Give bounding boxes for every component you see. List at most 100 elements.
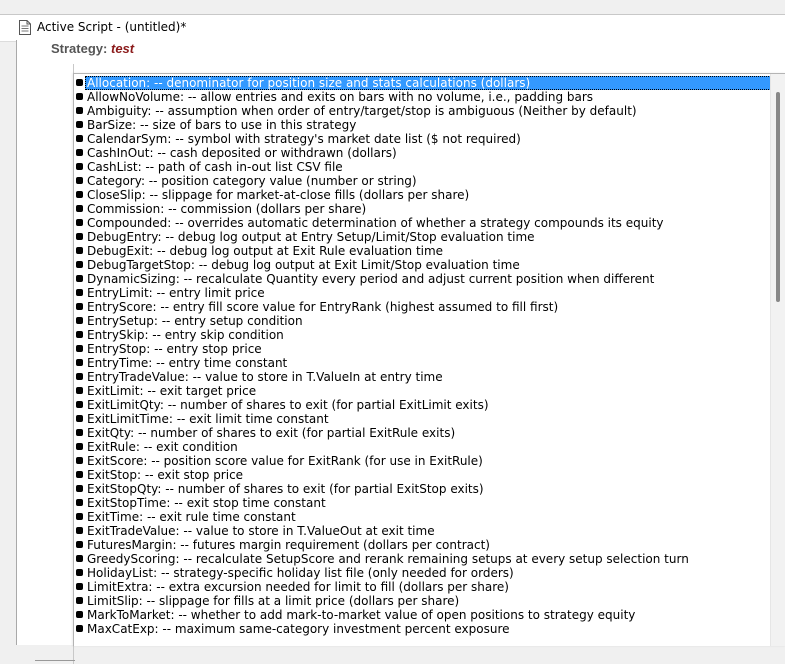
keyword-bullet-icon	[76, 177, 83, 184]
keyword-bullet-icon	[76, 429, 83, 436]
autocomplete-item[interactable]: ExitStop: -- exit stop price	[74, 468, 771, 482]
autocomplete-item-label: CashList: -- path of cash in-out list CS…	[87, 160, 343, 174]
autocomplete-item[interactable]: ExitLimit: -- exit target price	[74, 384, 771, 398]
keyword-bullet-icon	[76, 499, 83, 506]
autocomplete-item[interactable]: ExitStopTime: -- exit stop time constant	[74, 496, 771, 510]
autocomplete-item-label: Allocation: -- denominator for position …	[85, 76, 771, 90]
autocomplete-item[interactable]: CalendarSym: -- symbol with strategy's m…	[74, 132, 771, 146]
autocomplete-popup[interactable]: Allocation: -- denominator for position …	[73, 73, 785, 646]
autocomplete-item[interactable]: EntryScore: -- entry fill score value fo…	[74, 300, 771, 314]
autocomplete-item[interactable]: MaxCatExp: -- maximum same-category inve…	[74, 622, 771, 636]
autocomplete-item-label: ExitTradeValue: -- value to store in T.V…	[87, 524, 435, 538]
keyword-bullet-icon	[76, 373, 83, 380]
autocomplete-item-label: EntryStop: -- entry stop price	[87, 342, 262, 356]
keyword-bullet-icon	[76, 359, 83, 366]
keyword-bullet-icon	[76, 121, 83, 128]
keyword-bullet-icon	[76, 569, 83, 576]
autocomplete-item[interactable]: DebugTargetStop: -- debug log output at …	[74, 258, 771, 272]
autocomplete-item-label: ExitLimit: -- exit target price	[87, 384, 257, 398]
strategy-keyword: Strategy:	[51, 41, 108, 56]
keyword-bullet-icon	[76, 471, 83, 478]
autocomplete-item[interactable]: Allocation: -- denominator for position …	[74, 76, 771, 90]
autocomplete-item[interactable]: EntrySetup: -- entry setup condition	[74, 314, 771, 328]
autocomplete-item-label: FuturesMargin: -- futures margin require…	[87, 538, 490, 552]
autocomplete-item-label: ExitLimitQty: -- number of shares to exi…	[87, 398, 489, 412]
autocomplete-item[interactable]: AllowNoVolume: -- allow entries and exit…	[74, 90, 771, 104]
autocomplete-item-label: EntryTradeValue: -- value to store in T.…	[87, 370, 443, 384]
autocomplete-item[interactable]: EntrySkip: -- entry skip condition	[74, 328, 771, 342]
autocomplete-item-label: ExitScore: -- position score value for E…	[87, 454, 483, 468]
autocomplete-item[interactable]: Category: -- position category value (nu…	[74, 174, 771, 188]
autocomplete-item[interactable]: ExitQty: -- number of shares to exit (fo…	[74, 426, 771, 440]
autocomplete-item[interactable]: MarkToMarket: -- whether to add mark-to-…	[74, 608, 771, 622]
autocomplete-item[interactable]: ExitTradeValue: -- value to store in T.V…	[74, 524, 771, 538]
autocomplete-item[interactable]: LimitSlip: -- slippage for fills at a li…	[74, 594, 771, 608]
autocomplete-item[interactable]: DynamicSizing: -- recalculate Quantity e…	[74, 272, 771, 286]
autocomplete-item[interactable]: ExitScore: -- position score value for E…	[74, 454, 771, 468]
editor-divider	[35, 660, 75, 661]
keyword-bullet-icon	[76, 79, 83, 86]
keyword-bullet-icon	[76, 415, 83, 422]
keyword-bullet-icon	[76, 135, 83, 142]
autocomplete-item[interactable]: ExitStopQty: -- number of shares to exit…	[74, 482, 771, 496]
autocomplete-item-label: ExitStop: -- exit stop price	[87, 468, 244, 482]
autocomplete-scrollbar[interactable]	[770, 74, 785, 646]
autocomplete-item-label: LimitSlip: -- slippage for fills at a li…	[87, 594, 460, 608]
autocomplete-item-label: ExitRule: -- exit condition	[87, 440, 238, 454]
autocomplete-item[interactable]: CloseSlip: -- slippage for market-at-clo…	[74, 188, 771, 202]
keyword-bullet-icon	[76, 555, 83, 562]
window-title: Active Script - (untitled)*	[37, 20, 187, 34]
autocomplete-item[interactable]: ExitTime: -- exit rule time constant	[74, 510, 771, 524]
keyword-bullet-icon	[76, 205, 83, 212]
autocomplete-item[interactable]: CashInOut: -- cash deposited or withdraw…	[74, 146, 771, 160]
autocomplete-item[interactable]: Compounded: -- overrides automatic deter…	[74, 216, 771, 230]
scrollbar-thumb[interactable]	[776, 92, 780, 302]
autocomplete-item[interactable]: Ambiguity: -- assumption when order of e…	[74, 104, 771, 118]
autocomplete-list[interactable]: Allocation: -- denominator for position …	[74, 76, 771, 636]
keyword-bullet-icon	[76, 513, 83, 520]
autocomplete-item[interactable]: Commission: -- commission (dollars per s…	[74, 202, 771, 216]
window-titlebar: Active Script - (untitled)*	[0, 14, 785, 42]
keyword-bullet-icon	[76, 163, 83, 170]
keyword-bullet-icon	[76, 93, 83, 100]
autocomplete-item-label: Compounded: -- overrides automatic deter…	[87, 216, 664, 230]
autocomplete-item-label: Category: -- position category value (nu…	[87, 174, 417, 188]
autocomplete-item-label: EntryLimit: -- entry limit price	[87, 286, 265, 300]
autocomplete-item[interactable]: HolidayList: -- strategy-specific holida…	[74, 566, 771, 580]
autocomplete-item-label: EntrySetup: -- entry setup condition	[87, 314, 303, 328]
keyword-bullet-icon	[76, 527, 83, 534]
autocomplete-item[interactable]: GreedyScoring: -- recalculate SetupScore…	[74, 552, 771, 566]
autocomplete-item-label: DynamicSizing: -- recalculate Quantity e…	[87, 272, 655, 286]
autocomplete-item[interactable]: ExitLimitTime: -- exit limit time consta…	[74, 412, 771, 426]
autocomplete-item[interactable]: LimitExtra: -- extra excursion needed fo…	[74, 580, 771, 594]
autocomplete-item-label: BarSize: -- size of bars to use in this …	[87, 118, 357, 132]
autocomplete-item[interactable]: FuturesMargin: -- futures margin require…	[74, 538, 771, 552]
keyword-bullet-icon	[76, 107, 83, 114]
autocomplete-item-label: DebugExit: -- debug log output at Exit R…	[87, 244, 444, 258]
autocomplete-item-label: MarkToMarket: -- whether to add mark-to-…	[87, 608, 636, 622]
autocomplete-item-label: Commission: -- commission (dollars per s…	[87, 202, 367, 216]
autocomplete-item[interactable]: BarSize: -- size of bars to use in this …	[74, 118, 771, 132]
autocomplete-item[interactable]: EntryTime: -- entry time constant	[74, 356, 771, 370]
autocomplete-item-label: HolidayList: -- strategy-specific holida…	[87, 566, 514, 580]
autocomplete-item-label: CloseSlip: -- slippage for market-at-clo…	[87, 188, 470, 202]
autocomplete-item-label: GreedyScoring: -- recalculate SetupScore…	[87, 552, 689, 566]
keyword-bullet-icon	[76, 261, 83, 268]
autocomplete-item[interactable]: DebugEntry: -- debug log output at Entry…	[74, 230, 771, 244]
autocomplete-item[interactable]: DebugExit: -- debug log output at Exit R…	[74, 244, 771, 258]
keyword-bullet-icon	[76, 331, 83, 338]
strategy-line[interactable]: Strategy: test	[51, 41, 134, 56]
autocomplete-item[interactable]: ExitRule: -- exit condition	[74, 440, 771, 454]
autocomplete-item[interactable]: EntryStop: -- entry stop price	[74, 342, 771, 356]
keyword-bullet-icon	[76, 597, 83, 604]
autocomplete-item-label: ExitTime: -- exit rule time constant	[87, 510, 296, 524]
keyword-bullet-icon	[76, 247, 83, 254]
autocomplete-item-label: CashInOut: -- cash deposited or withdraw…	[87, 146, 397, 160]
keyword-bullet-icon	[76, 583, 83, 590]
keyword-bullet-icon	[76, 401, 83, 408]
autocomplete-item[interactable]: CashList: -- path of cash in-out list CS…	[74, 160, 771, 174]
keyword-bullet-icon	[76, 303, 83, 310]
autocomplete-item[interactable]: ExitLimitQty: -- number of shares to exi…	[74, 398, 771, 412]
autocomplete-item[interactable]: EntryTradeValue: -- value to store in T.…	[74, 370, 771, 384]
autocomplete-item[interactable]: EntryLimit: -- entry limit price	[74, 286, 771, 300]
